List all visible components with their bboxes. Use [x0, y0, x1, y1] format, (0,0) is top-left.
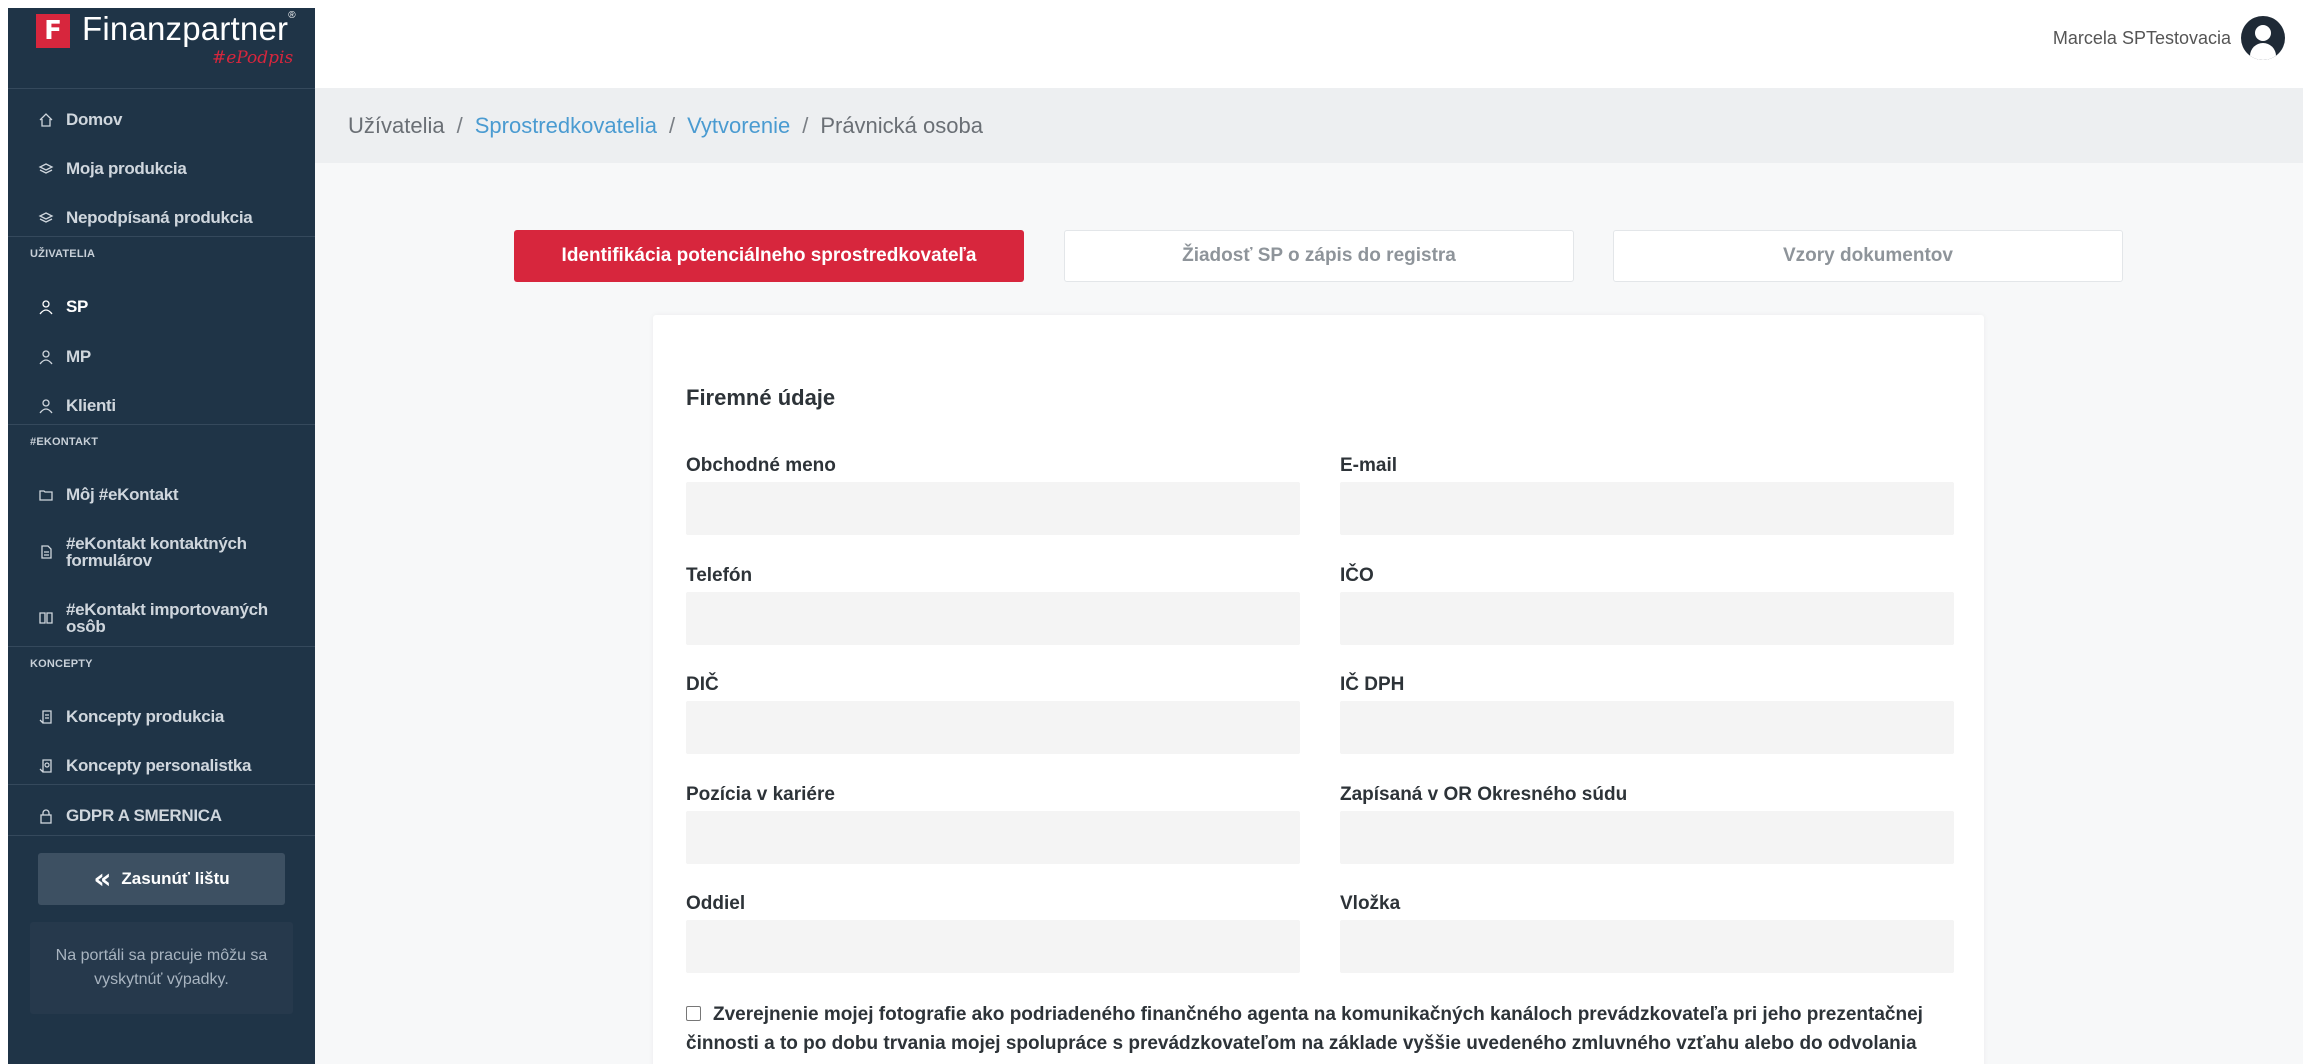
- breadcrumb-separator: /: [802, 112, 809, 138]
- sidebar-item-label: GDPR A SMERNICA: [66, 806, 222, 825]
- draft-icon: [38, 709, 54, 725]
- collapse-sidebar-button[interactable]: « Zasunúť lištu: [38, 853, 285, 905]
- top-header: Marcela SPTestovacia: [315, 0, 2303, 88]
- sidebar-divider: [8, 88, 315, 89]
- sidebar-item-ekontakt-importovanych[interactable]: #eKontakt importovaných osôb: [8, 594, 315, 642]
- document-icon: [38, 544, 54, 560]
- label-zapisana-v-or: Zapísaná v OR Okresného súdu: [1340, 784, 1628, 805]
- sidebar-item-moj-ekontakt[interactable]: Môj #eKontakt: [8, 471, 315, 519]
- sidebar-item-label: SP: [66, 297, 89, 316]
- breadcrumb-link-vytvorenie[interactable]: Vytvorenie: [687, 113, 790, 139]
- oddiel-input[interactable]: [686, 920, 1300, 973]
- label-ico: IČO: [1340, 565, 1374, 586]
- sidebar-item-label: Klienti: [66, 396, 116, 415]
- vlozka-input[interactable]: [1340, 920, 1954, 973]
- sidebar-item-label: Koncepty produkcia: [66, 707, 225, 726]
- maintenance-notice: Na portáli sa pracuje môžu sa vyskytnúť …: [30, 922, 293, 1014]
- sidebar-item-sp[interactable]: SP: [8, 283, 315, 331]
- sidebar-item-koncepty-personalistka[interactable]: Koncepty personalistka: [8, 742, 315, 790]
- section-label-uzivatelia: UŽIVATELIA: [30, 248, 96, 260]
- breadcrumb-separator: /: [668, 112, 676, 138]
- sidebar-item-moja-produkcia[interactable]: Moja produkcia: [8, 145, 315, 193]
- sidebar-item-koncepty-produkcia[interactable]: Koncepty produkcia: [8, 693, 315, 741]
- sidebar-divider: [8, 646, 315, 647]
- dic-input[interactable]: [686, 701, 1300, 754]
- sidebar-item-label: MP: [66, 347, 91, 366]
- sidebar-item-label: Koncepty personalistka: [66, 756, 252, 775]
- label-obchodne-meno: Obchodné meno: [686, 455, 836, 476]
- brand-name: Finanzpartner®: [82, 10, 296, 47]
- photo-consent-checkbox[interactable]: [686, 1006, 701, 1021]
- label-pozicia-v-kariere: Pozícia v kariére: [686, 784, 835, 805]
- form-section-title: Firemné údaje: [686, 385, 836, 410]
- draft-user-icon: [38, 758, 54, 774]
- section-label-koncepty: KONCEPTY: [30, 658, 93, 670]
- email-input[interactable]: [1340, 482, 1954, 535]
- sidebar-item-klienti[interactable]: Klienti: [8, 382, 315, 430]
- lock-icon: [38, 808, 54, 824]
- breadcrumb: Užívatelia / Sprostredkovatelia / Vytvor…: [315, 88, 2303, 163]
- tab-ziadost[interactable]: Žiadosť SP o zápis do registra: [1064, 230, 1574, 282]
- sidebar: F Finanzpartner® #ePodpis Domov Moja pro…: [8, 8, 315, 1064]
- sidebar-item-gdpr[interactable]: GDPR A SMERNICA: [8, 792, 315, 840]
- sidebar-divider: [8, 236, 315, 237]
- breadcrumb-item-current: Právnická osoba: [820, 112, 983, 138]
- double-chevron-left-icon: «: [93, 862, 112, 895]
- brand-logo[interactable]: F Finanzpartner® #ePodpis: [8, 8, 315, 88]
- collapse-sidebar-label: Zasunúť lištu: [121, 869, 230, 888]
- label-dic: DIČ: [686, 674, 719, 695]
- user-name[interactable]: Marcela SPTestovacia: [2053, 28, 2231, 49]
- sidebar-item-label: Domov: [66, 110, 123, 129]
- tab-vzory-dokumentov[interactable]: Vzory dokumentov: [1613, 230, 2123, 282]
- photo-consent-text: Zverejnenie mojej fotografie ako podriad…: [686, 1004, 1923, 1064]
- sidebar-item-mp[interactable]: MP: [8, 333, 315, 381]
- sidebar-divider: [8, 424, 315, 425]
- breadcrumb-item-uzivatelia: Užívatelia: [348, 112, 445, 138]
- label-ic-dph: IČ DPH: [1340, 674, 1405, 695]
- brand-badge-icon: F: [36, 14, 70, 48]
- sidebar-divider: [8, 835, 315, 836]
- ic-dph-input[interactable]: [1340, 701, 1954, 754]
- user-icon: [38, 299, 54, 315]
- user-avatar-icon[interactable]: [2241, 16, 2285, 60]
- main-content: Identifikácia potenciálneho sprostredkov…: [315, 163, 2303, 1064]
- ico-input[interactable]: [1340, 592, 1954, 645]
- breadcrumb-separator: /: [456, 112, 463, 138]
- layers-icon: [38, 161, 54, 177]
- user-icon: [38, 349, 54, 365]
- photo-consent: Zverejnenie mojej fotografie ako podriad…: [686, 1000, 1956, 1064]
- sidebar-item-ekontakt-formularov[interactable]: #eKontakt kontaktných formulárov: [8, 528, 315, 576]
- label-telefon: Telefón: [686, 565, 753, 586]
- home-icon: [38, 112, 54, 128]
- sidebar-item-domov[interactable]: Domov: [8, 96, 315, 144]
- sidebar-item-nepodpisana-produkcia[interactable]: Nepodpísaná produkcia: [8, 194, 315, 242]
- tab-identifikacia[interactable]: Identifikácia potenciálneho sprostredkov…: [514, 230, 1024, 282]
- user-icon: [38, 398, 54, 414]
- folder-icon: [38, 487, 54, 503]
- breadcrumb-link-sprostredkovatelia[interactable]: Sprostredkovatelia: [475, 113, 657, 139]
- pozicia-v-kariere-input[interactable]: [686, 811, 1300, 864]
- label-oddiel: Oddiel: [686, 893, 746, 914]
- sidebar-item-label: Môj #eKontakt: [66, 485, 179, 504]
- telefon-input[interactable]: [686, 592, 1300, 645]
- section-label-ekontakt: #EKONTAKT: [30, 436, 99, 448]
- sidebar-item-label: #eKontakt importovaných osôb: [66, 600, 268, 636]
- zapisana-v-or-input[interactable]: [1340, 811, 1954, 864]
- brand-subtitle: #ePodpis: [212, 48, 294, 68]
- sidebar-item-label: #eKontakt kontaktných formulárov: [66, 534, 247, 570]
- sidebar-item-label: Nepodpísaná produkcia: [66, 208, 253, 227]
- layers-icon: [38, 210, 54, 226]
- form-card: Firemné údaje Obchodné meno E-mail Telef…: [653, 315, 1984, 1064]
- sidebar-item-label: Moja produkcia: [66, 159, 187, 178]
- label-email: E-mail: [1340, 455, 1398, 476]
- sidebar-divider: [8, 784, 315, 785]
- book-icon: [38, 610, 54, 626]
- obchodne-meno-input[interactable]: [686, 482, 1300, 535]
- label-vlozka: Vložka: [1340, 893, 1401, 914]
